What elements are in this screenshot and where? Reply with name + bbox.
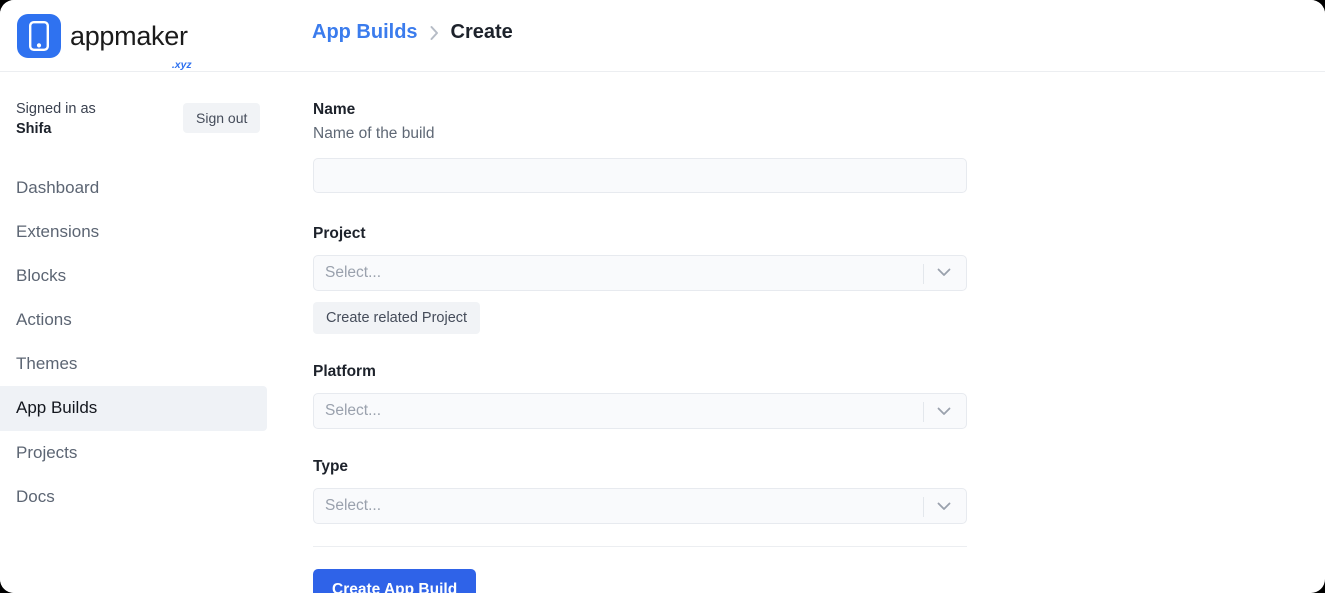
breadcrumb-link-app-builds[interactable]: App Builds xyxy=(312,21,418,44)
chevron-down-icon[interactable] xyxy=(934,489,954,523)
platform-select-placeholder: Select... xyxy=(314,402,381,420)
create-app-build-form: Name Name of the build Project Select...… xyxy=(313,98,967,593)
sidebar-item-blocks[interactable]: Blocks xyxy=(0,254,267,298)
brand-logo[interactable]: appmaker .xyz xyxy=(17,14,190,58)
chevron-down-icon[interactable] xyxy=(934,394,954,428)
signed-in-label: Signed in as xyxy=(16,99,96,120)
app-header: appmaker .xyz App Builds Create xyxy=(0,0,1325,72)
sidebar-item-dashboard[interactable]: Dashboard xyxy=(0,166,267,210)
select-divider xyxy=(923,402,924,422)
type-select-placeholder: Select... xyxy=(314,497,381,515)
platform-select[interactable]: Select... xyxy=(313,393,967,429)
brand-tld: .xyz xyxy=(172,60,192,71)
chevron-right-icon xyxy=(429,25,440,41)
field-name: Name Name of the build xyxy=(313,98,967,193)
name-label: Name xyxy=(313,98,967,121)
sidebar-item-extensions[interactable]: Extensions xyxy=(0,210,267,254)
sidebar-item-docs[interactable]: Docs xyxy=(0,475,267,519)
type-label: Type xyxy=(313,455,967,478)
sidebar: Signed in as Shifa Sign out Dashboard Ex… xyxy=(0,72,290,593)
project-select-placeholder: Select... xyxy=(314,264,381,282)
sidebar-nav: Dashboard Extensions Blocks Actions Them… xyxy=(0,166,290,519)
signed-in-block: Signed in as Shifa Sign out xyxy=(0,99,290,143)
select-divider xyxy=(923,264,924,284)
main-content: Name Name of the build Project Select...… xyxy=(290,72,1325,593)
type-select[interactable]: Select... xyxy=(313,488,967,524)
sidebar-item-themes[interactable]: Themes xyxy=(0,342,267,386)
breadcrumb-current-create: Create xyxy=(451,21,513,44)
sidebar-item-actions[interactable]: Actions xyxy=(0,298,267,342)
project-select[interactable]: Select... xyxy=(313,255,967,291)
field-project: Project Select... Create related Project xyxy=(313,222,967,334)
form-divider xyxy=(313,546,967,547)
platform-label: Platform xyxy=(313,360,967,383)
app-page: appmaker .xyz App Builds Create Signed i… xyxy=(0,0,1325,593)
brand-wordmark: appmaker xyxy=(70,23,190,50)
create-app-build-button[interactable]: Create App Build xyxy=(313,569,476,593)
chevron-down-icon[interactable] xyxy=(934,256,954,290)
sidebar-item-projects[interactable]: Projects xyxy=(0,431,267,475)
name-input[interactable] xyxy=(313,158,967,193)
name-help-text: Name of the build xyxy=(313,122,967,145)
select-divider xyxy=(923,497,924,517)
breadcrumb: App Builds Create xyxy=(312,21,513,44)
field-type: Type Select... xyxy=(313,455,967,524)
create-related-project-button[interactable]: Create related Project xyxy=(313,302,480,334)
sidebar-item-app-builds[interactable]: App Builds xyxy=(0,386,267,430)
signed-in-username: Shifa xyxy=(16,119,51,140)
field-platform: Platform Select... xyxy=(313,360,967,429)
project-label: Project xyxy=(313,222,967,245)
sign-out-button[interactable]: Sign out xyxy=(183,103,260,133)
mobile-phone-icon xyxy=(17,14,61,58)
